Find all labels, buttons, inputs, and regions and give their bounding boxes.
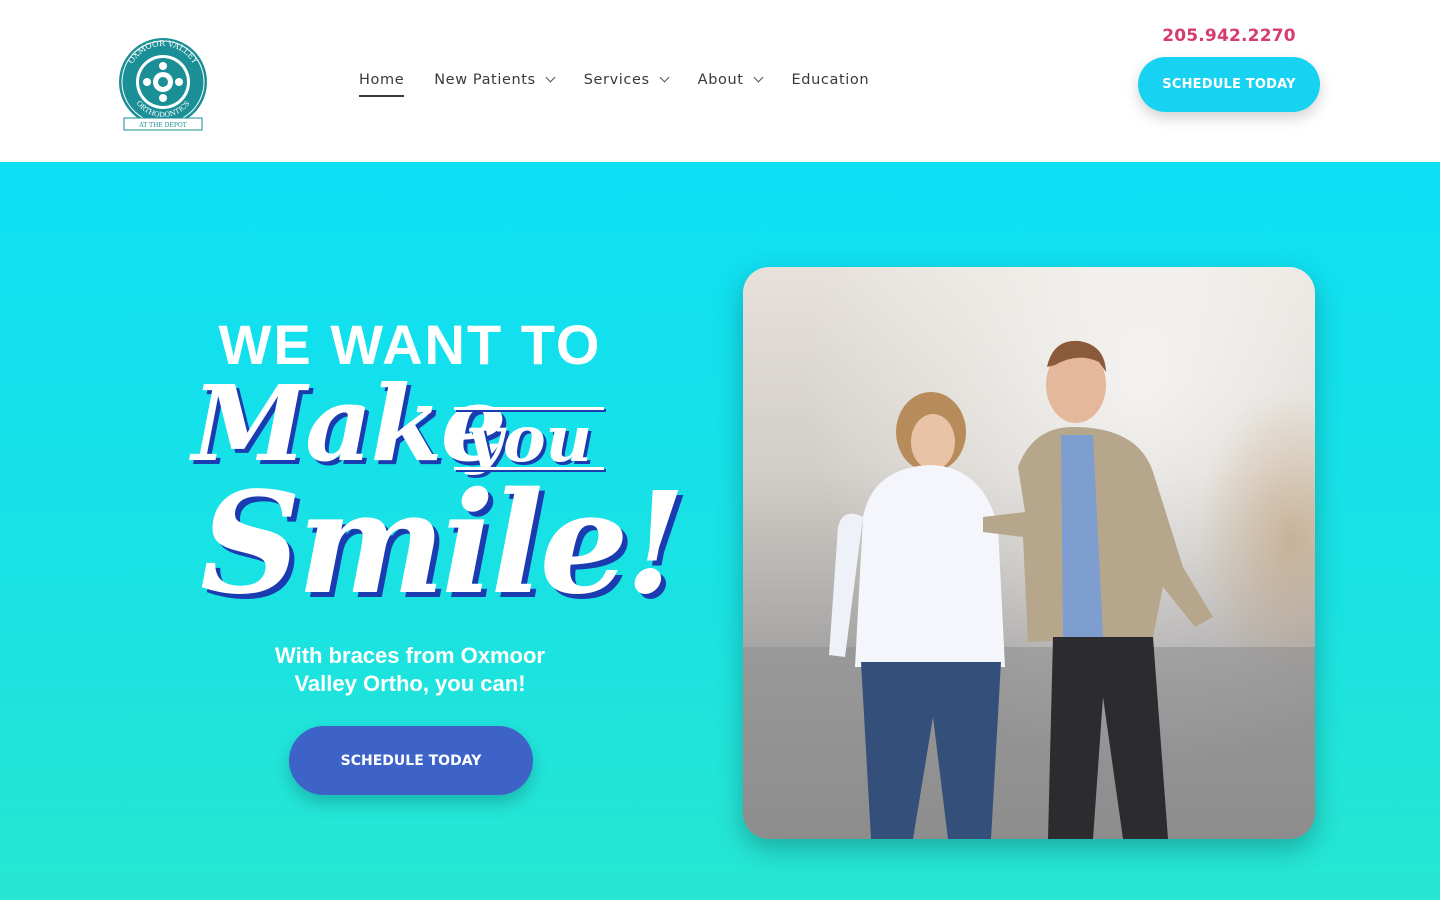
phone-link[interactable]: 205.942.2270 bbox=[1138, 26, 1320, 46]
nav-item-about[interactable]: About bbox=[697, 68, 763, 92]
hero-photo bbox=[743, 267, 1315, 839]
hero-heading-smile: Smile! bbox=[200, 462, 686, 626]
nav-item-new-patients[interactable]: New Patients bbox=[434, 68, 556, 92]
nav-education-label: Education bbox=[791, 72, 870, 88]
logo-banner-text: AT THE DEPOT bbox=[138, 122, 187, 129]
nav-about-label: About bbox=[697, 72, 744, 88]
nav-new-patients-label: New Patients bbox=[434, 72, 536, 88]
chevron-down-icon bbox=[753, 72, 763, 83]
nav-item-education[interactable]: Education bbox=[792, 68, 870, 92]
chevron-down-icon bbox=[545, 72, 556, 83]
logo-emblem-icon: OXMOOR VALLEY ORTHODONTICS AT THE DEPOT bbox=[119, 38, 207, 131]
site-header: OXMOOR VALLEY ORTHODONTICS AT THE DEPOT … bbox=[0, 0, 1440, 162]
main-nav: Home New Patients Services About Educati… bbox=[359, 68, 899, 97]
nav-services-label: Services bbox=[583, 72, 650, 88]
nav-item-home[interactable]: Home bbox=[359, 68, 405, 97]
couple-illustration bbox=[743, 340, 1315, 839]
logo[interactable]: OXMOOR VALLEY ORTHODONTICS AT THE DEPOT bbox=[116, 26, 210, 136]
nav-item-services[interactable]: Services bbox=[583, 68, 670, 92]
nav-home-label: Home bbox=[359, 72, 405, 88]
hero-schedule-button[interactable]: SCHEDULE TODAY bbox=[289, 726, 533, 795]
schedule-today-button[interactable]: SCHEDULE TODAY bbox=[1138, 57, 1320, 112]
chevron-down-icon bbox=[659, 72, 670, 83]
hero-section: WE WANT TO Make you Smile! With braces f… bbox=[0, 162, 1440, 900]
hero-text-block: WE WANT TO Make you Smile! With braces f… bbox=[150, 162, 686, 900]
hero-subtitle: With braces from Oxmoor Valley Ortho, yo… bbox=[275, 643, 545, 696]
